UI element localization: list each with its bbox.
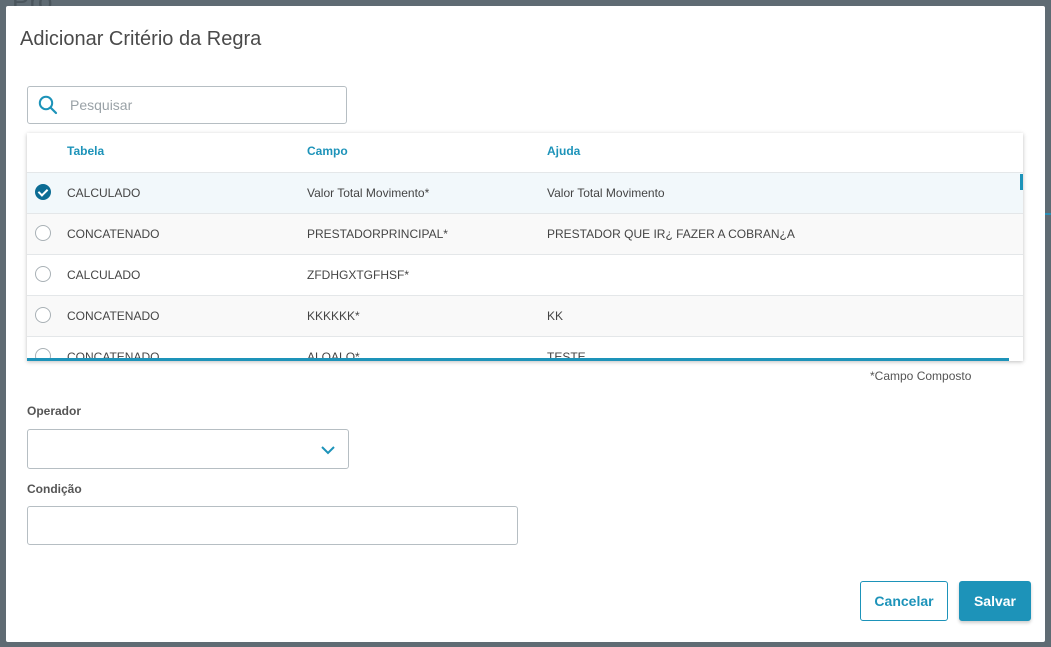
cell-tabela: CONCATENADO bbox=[67, 227, 160, 241]
criteria-table: Tabela Campo Ajuda CALCULADO Valor Total… bbox=[27, 133, 1023, 361]
cancel-button[interactable]: Cancelar bbox=[860, 581, 948, 621]
search-box[interactable] bbox=[27, 86, 347, 124]
vertical-scrollbar[interactable] bbox=[1020, 174, 1023, 190]
cell-campo: Valor Total Movimento* bbox=[307, 186, 430, 200]
column-header-ajuda[interactable]: Ajuda bbox=[547, 144, 580, 158]
table-row[interactable]: CONCATENADO PRESTADORPRINCIPAL* PRESTADO… bbox=[27, 214, 1023, 255]
save-button[interactable]: Salvar bbox=[959, 581, 1031, 621]
column-header-tabela[interactable]: Tabela bbox=[67, 144, 104, 158]
condition-label: Condição bbox=[27, 482, 82, 496]
chevron-down-icon bbox=[321, 446, 335, 455]
operator-label: Operador bbox=[27, 404, 82, 418]
cell-tabela: CALCULADO bbox=[67, 268, 141, 282]
cell-ajuda: Valor Total Movimento bbox=[547, 186, 665, 200]
cell-campo: KKKKKK* bbox=[307, 309, 360, 323]
condition-input[interactable] bbox=[27, 506, 518, 545]
cell-ajuda: PRESTADOR QUE IR¿ FAZER A COBRAN¿A bbox=[547, 227, 795, 241]
add-rule-criterion-dialog: Adicionar Critério da Regra Tabela Campo… bbox=[6, 6, 1045, 642]
composite-field-footnote: *Campo Composto bbox=[870, 369, 972, 383]
search-input[interactable] bbox=[68, 96, 332, 114]
search-icon bbox=[38, 95, 58, 115]
cell-campo: PRESTADORPRINCIPAL* bbox=[307, 227, 448, 241]
table-row[interactable]: CONCATENADO KKKKKK* KK bbox=[27, 296, 1023, 337]
cell-campo: ZFDHGXTGFHSF* bbox=[307, 268, 409, 282]
table-row[interactable]: CALCULADO Valor Total Movimento* Valor T… bbox=[27, 173, 1023, 214]
dialog-title: Adicionar Critério da Regra bbox=[20, 28, 262, 50]
row-radio[interactable] bbox=[35, 225, 51, 241]
cell-ajuda: KK bbox=[547, 309, 564, 323]
row-radio[interactable] bbox=[35, 307, 51, 323]
horizontal-scrollbar[interactable] bbox=[27, 358, 1009, 361]
cell-tabela: CONCATENADO bbox=[67, 309, 160, 323]
operator-select[interactable] bbox=[27, 429, 349, 469]
cell-tabela: CALCULADO bbox=[67, 186, 141, 200]
column-header-campo[interactable]: Campo bbox=[307, 144, 348, 158]
table-row[interactable]: CALCULADO ZFDHGXTGFHSF* bbox=[27, 255, 1023, 296]
table-header: Tabela Campo Ajuda bbox=[27, 133, 1023, 173]
row-radio-selected[interactable] bbox=[35, 184, 51, 200]
row-radio[interactable] bbox=[35, 266, 51, 282]
